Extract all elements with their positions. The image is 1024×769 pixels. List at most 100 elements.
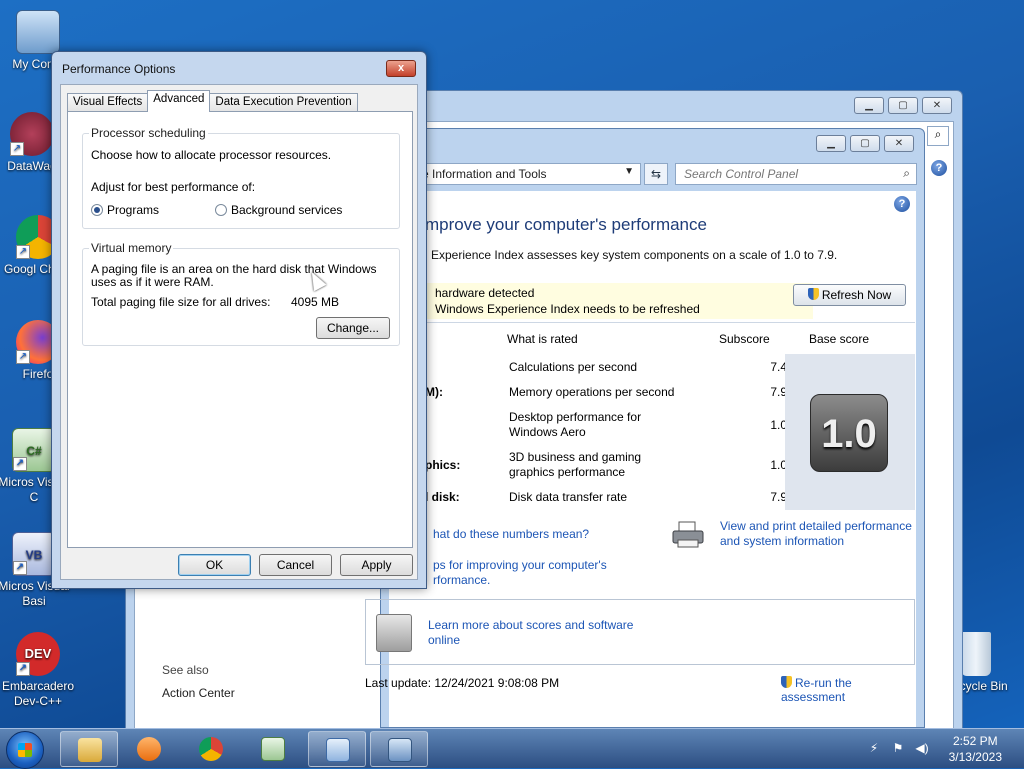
maximize-button[interactable]: ▢ xyxy=(888,97,918,114)
row-subscore: 7.9 xyxy=(770,490,787,504)
radio-button[interactable] xyxy=(91,204,103,216)
help-icon[interactable]: ? xyxy=(931,160,947,176)
datawag-icon: ↗ xyxy=(10,112,54,156)
taskbar-media-player[interactable] xyxy=(120,731,178,767)
recycle-bin-icon xyxy=(961,632,991,676)
shortcut-arrow-icon: ↗ xyxy=(10,142,24,156)
taskbar-chrome[interactable] xyxy=(182,731,240,767)
taskbar-explorer[interactable] xyxy=(60,731,118,767)
minimize-button[interactable]: ▁ xyxy=(854,97,884,114)
radio-background-services[interactable]: Background services xyxy=(215,203,342,217)
learn-more-box: Learn more about scores and software onl… xyxy=(365,599,915,665)
printer-icon xyxy=(671,521,705,549)
shortcut-arrow-icon: ↗ xyxy=(16,245,30,259)
close-button[interactable]: x xyxy=(386,60,416,77)
cancel-button[interactable]: Cancel xyxy=(259,554,332,576)
tab-advanced[interactable]: Advanced xyxy=(147,90,211,112)
tab-visual-effects[interactable]: Visual Effects xyxy=(67,93,149,112)
row-what: Memory operations per second xyxy=(509,385,675,399)
desktop-icon-devcpp[interactable]: DEV ↗ Embarcadero Dev-C++ xyxy=(0,632,76,709)
volume-icon[interactable]: ◀) xyxy=(914,741,930,757)
close-button[interactable]: ✕ xyxy=(922,97,952,114)
tab-data-execution-prevention[interactable]: Data Execution Prevention xyxy=(209,93,358,112)
taskbar: ⚡ ⚑ ◀) 2:52 PM 3/13/2023 xyxy=(0,728,1024,769)
desktop-icon-label: Embarcadero Dev-C++ xyxy=(1,679,75,708)
virtual-memory-group: Virtual memory A paging file is an area … xyxy=(82,241,400,346)
row-category: phics: xyxy=(425,458,461,472)
row-what: Desktop performance for Windows Aero xyxy=(509,410,642,439)
numbers-help-link[interactable]: hat do these numbers mean? xyxy=(433,527,589,541)
refresh-now-button[interactable]: Refresh Now xyxy=(793,284,906,306)
visual-csharp-icon: C# ↗ xyxy=(12,428,56,472)
row-category: l disk: xyxy=(425,490,460,504)
shortcut-arrow-icon: ↗ xyxy=(13,457,27,471)
visual-csharp-icon xyxy=(261,737,285,761)
view-print-details-link[interactable]: View and print detailed performance and … xyxy=(720,519,920,549)
column-subscore: Subscore xyxy=(719,332,770,346)
processor-description: Choose how to allocate processor resourc… xyxy=(91,148,332,162)
taskbar-system-properties[interactable] xyxy=(370,731,428,767)
window-controls: ▁ ▢ ✕ xyxy=(816,135,914,152)
dialog-title: Performance Options xyxy=(62,62,176,76)
devcpp-icon: DEV ↗ xyxy=(16,632,60,676)
clock[interactable]: 2:52 PM 3/13/2023 xyxy=(949,733,1002,765)
computer-icon xyxy=(16,10,60,54)
row-subscore: 1.0 xyxy=(770,458,787,472)
software-box-icon xyxy=(376,614,412,652)
row-subscore: 7.4 xyxy=(770,360,787,374)
window-controls: ▁ ▢ ✕ xyxy=(854,97,952,114)
notice-line-1: hardware detected xyxy=(435,286,535,300)
radio-programs[interactable]: Programs xyxy=(91,203,159,217)
media-player-icon xyxy=(137,737,161,761)
start-button[interactable] xyxy=(6,731,44,769)
hardware-notice: hardware detected Windows Experience Ind… xyxy=(425,283,813,319)
last-update-text: Last update: 12/24/2021 9:08:08 PM xyxy=(365,676,560,690)
column-base-score: Base score xyxy=(809,332,870,346)
group-label: Processor scheduling xyxy=(89,126,208,140)
minimize-button[interactable]: ▁ xyxy=(816,135,846,152)
virtual-memory-description: A paging file is an area on the hard dis… xyxy=(91,262,377,289)
notice-line-2: Windows Experience Index needs to be ref… xyxy=(435,302,700,316)
help-icon[interactable]: ? xyxy=(894,196,910,212)
tips-link[interactable]: ps for improving your computer's rforman… xyxy=(433,558,623,588)
radio-button[interactable] xyxy=(215,204,227,216)
search-icon[interactable]: ⌕ xyxy=(903,166,910,181)
shortcut-arrow-icon: ↗ xyxy=(16,662,30,676)
learn-more-link[interactable]: Learn more about scores and software onl… xyxy=(428,618,638,648)
main-content: ? mprove your computer's performance Exp… xyxy=(365,191,916,727)
page-title: mprove your computer's performance xyxy=(425,215,707,234)
rating-table-header: What is rated Subscore Base score xyxy=(425,322,915,354)
intro-text: Experience Index assesses key system com… xyxy=(431,248,838,262)
action-center-link[interactable]: Action Center xyxy=(162,686,235,700)
radio-label: Programs xyxy=(107,203,160,217)
action-center-flag-icon[interactable]: ⚑ xyxy=(890,741,906,757)
advanced-tab-panel: Processor scheduling Choose how to alloc… xyxy=(67,111,413,548)
close-button[interactable]: ✕ xyxy=(884,135,914,152)
row-what: Disk data transfer rate xyxy=(509,490,628,504)
see-also-label: See also xyxy=(162,663,209,677)
group-label: Virtual memory xyxy=(89,241,174,255)
apply-button[interactable]: Apply xyxy=(340,554,413,576)
refresh-icon[interactable]: ⇆ xyxy=(644,163,668,185)
row-subscore: 7.9 xyxy=(770,385,787,399)
performance-options-dialog[interactable]: Performance Options x Visual Effects Adv… xyxy=(51,51,427,589)
chevron-down-icon[interactable]: ▼ xyxy=(624,166,634,177)
taskbar-control-panel[interactable] xyxy=(308,731,366,767)
change-button[interactable]: Change... xyxy=(316,317,390,339)
rerun-assessment-link[interactable]: Re-run the assessment xyxy=(781,676,916,704)
maximize-button[interactable]: ▢ xyxy=(850,135,880,152)
search-input[interactable]: Search Control Panel ⌕ xyxy=(675,163,917,185)
visual-basic-icon: VB ↗ xyxy=(12,532,56,576)
column-what-is-rated: What is rated xyxy=(507,332,578,346)
performance-information-window[interactable]: ▁ ▢ ✕ nance Information and Tools ▼ ⇆ Se… xyxy=(365,128,925,728)
base-score-badge: 1.0 xyxy=(810,394,888,472)
base-score-panel: 1.0 xyxy=(785,354,915,510)
row-what: 3D business and gaming graphics performa… xyxy=(509,450,642,479)
network-icon[interactable]: ⚡ xyxy=(866,741,882,757)
search-icon[interactable]: ⌕ xyxy=(927,126,949,146)
computer-icon xyxy=(388,738,412,762)
total-paging-value: 4095 MB xyxy=(291,295,340,309)
taskbar-visual-csharp[interactable] xyxy=(244,731,302,767)
uac-shield-icon xyxy=(807,288,819,300)
ok-button[interactable]: OK xyxy=(178,554,251,576)
